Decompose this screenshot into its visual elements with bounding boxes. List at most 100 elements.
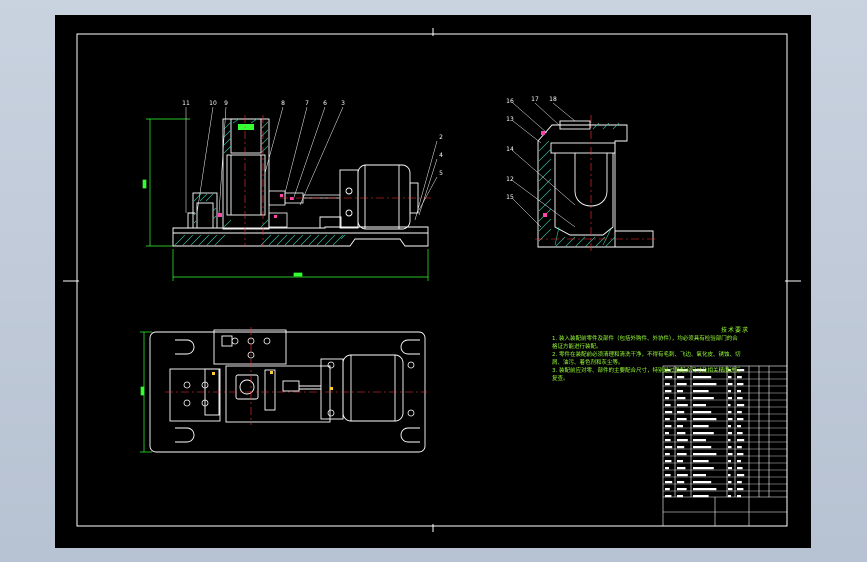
parts-entry-mark	[677, 383, 687, 386]
parts-entry-mark	[677, 467, 686, 470]
top-view	[140, 327, 427, 453]
parts-entry-mark	[665, 376, 673, 379]
parts-entry-mark	[677, 418, 687, 421]
parts-entry-mark	[728, 495, 731, 498]
parts-entry-mark	[665, 411, 673, 414]
parts-entry-mark	[693, 432, 714, 435]
side-section-view: 16 17 18 13 14 12 15	[506, 96, 657, 251]
side-leaders	[512, 102, 576, 228]
balloon: 8	[281, 100, 285, 107]
parts-entry-mark	[693, 376, 712, 379]
tech-line: 1. 装入装配前零件及部件（包括外购件、外协件），均必须具有检验部门的合	[552, 336, 738, 342]
tech-line: 2. 零件在装配前必须清理和清洗干净，不得有毛刺、飞边、氧化皮、锈蚀、切	[552, 352, 741, 358]
balloon: 10	[209, 100, 217, 107]
cylinder-bracket	[319, 216, 342, 228]
drawing-sheet: 11 10 9 8 7 6 3 2 4 5 16 17 18 13 14 12 …	[55, 15, 811, 548]
parts-entry-mark	[693, 481, 712, 484]
side-balloon: 17	[531, 96, 539, 103]
parts-entry-mark	[737, 397, 743, 400]
side-outline	[537, 120, 654, 248]
parts-entry-mark	[677, 495, 683, 498]
parts-entry-mark	[665, 488, 670, 491]
parts-entry-mark	[665, 390, 672, 393]
parts-entry-mark	[737, 383, 744, 386]
parts-entry-mark	[728, 488, 733, 491]
parts-entry-mark	[728, 446, 732, 449]
balloon: 2	[439, 134, 443, 141]
balloon: 9	[224, 100, 228, 107]
parts-list-entries	[665, 369, 745, 498]
top-blocks	[169, 329, 404, 423]
parts-entry-mark	[728, 425, 731, 428]
base-hatch	[174, 234, 346, 246]
parts-entry-mark	[693, 425, 709, 428]
parts-entry-mark	[665, 404, 671, 407]
bolt-holes	[183, 337, 415, 417]
parts-entry-mark	[728, 418, 733, 421]
parts-entry-mark	[677, 439, 688, 442]
parts-entry-mark	[737, 460, 741, 463]
parts-entry-mark	[677, 425, 683, 428]
parts-entry-mark	[665, 425, 672, 428]
parts-entry-mark	[737, 418, 744, 421]
base-plate	[172, 226, 429, 247]
balloon: 5	[439, 170, 443, 177]
parts-entry-mark	[737, 439, 745, 442]
side-balloon: 13	[506, 116, 514, 123]
parts-entry-mark	[665, 432, 669, 435]
parts-entry-mark	[665, 481, 673, 484]
parts-entry-mark	[728, 481, 732, 484]
balloon: 4	[439, 152, 443, 159]
parts-entry-mark	[677, 376, 685, 379]
parts-entry-mark	[677, 404, 688, 407]
parts-entry-mark	[677, 460, 683, 463]
parts-entry-mark	[728, 460, 731, 463]
parts-entry-mark	[665, 446, 673, 449]
parts-entry-mark	[728, 453, 733, 456]
parts-entry-mark	[737, 376, 742, 379]
parts-entry-mark	[693, 383, 717, 386]
parts-entry-mark	[677, 488, 687, 491]
balloon: 6	[323, 100, 327, 107]
tech-line: 3. 装配前应对零、部件的主要配合尺寸，特别是过盈配合尺寸及相关精度进行	[552, 368, 741, 374]
balloon: 7	[305, 100, 309, 107]
parts-entry-mark	[693, 446, 712, 449]
side-balloon: 15	[506, 194, 514, 201]
top-base-plate	[149, 331, 426, 453]
parts-entry-mark	[728, 376, 732, 379]
top-highlights	[212, 371, 333, 390]
parts-entry-mark	[677, 390, 683, 393]
cad-drawing: 11 10 9 8 7 6 3 2 4 5 16 17 18 13 14 12 …	[63, 28, 801, 532]
parts-list-rows	[663, 371, 787, 492]
parts-entry-mark	[728, 467, 732, 470]
parts-entry-mark	[665, 467, 669, 470]
parts-entry-mark	[693, 467, 714, 470]
parts-entry-mark	[737, 404, 745, 407]
side-balloon: 14	[506, 146, 514, 153]
parts-entry-mark	[737, 481, 742, 484]
parts-entry-mark	[693, 453, 717, 456]
side-balloon: 12	[506, 176, 514, 183]
parts-entry-mark	[737, 446, 742, 449]
parts-entry-mark	[693, 418, 717, 421]
side-balloon: 16	[506, 98, 514, 105]
parts-entry-mark	[677, 474, 688, 477]
top-centerlines	[165, 327, 427, 425]
parts-entry-mark	[665, 453, 670, 456]
parts-entry-mark	[665, 383, 670, 386]
parts-entry-mark	[728, 474, 731, 477]
parts-entry-mark	[677, 411, 685, 414]
parts-entry-mark	[737, 432, 743, 435]
parts-entry-mark	[677, 446, 685, 449]
clamp-label-box	[238, 124, 254, 130]
side-balloons: 16 17 18 13 14 12 15	[506, 96, 557, 201]
parts-entry-mark	[737, 425, 741, 428]
parts-entry-mark	[737, 474, 745, 477]
parts-entry-mark	[693, 495, 709, 498]
parts-entry-mark	[677, 397, 686, 400]
parts-entry-mark	[728, 397, 732, 400]
parts-entry-mark	[728, 411, 732, 414]
parts-entry-mark	[665, 474, 671, 477]
parts-entry-mark	[693, 488, 717, 491]
sheet-frame	[63, 28, 801, 532]
